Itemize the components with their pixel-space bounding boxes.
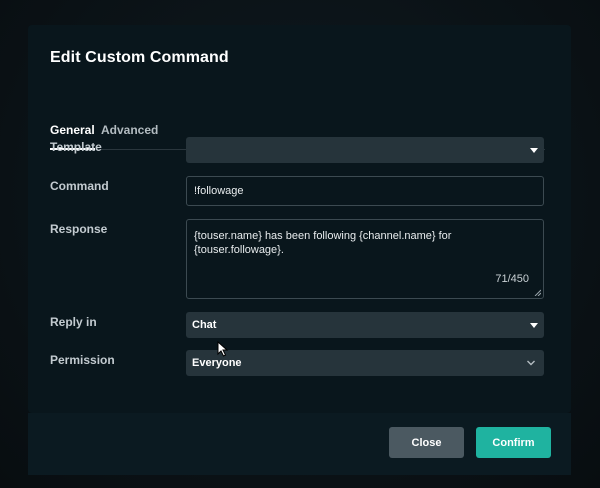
command-input[interactable]: !followage: [186, 176, 544, 206]
dialog-footer: Close Confirm: [28, 413, 571, 475]
caret-down-icon: [530, 148, 538, 153]
permission-label: Permission: [50, 353, 115, 367]
template-label: Template: [50, 140, 102, 154]
close-button[interactable]: Close: [389, 427, 464, 458]
resize-grip-icon[interactable]: [534, 289, 541, 296]
permission-select[interactable]: Everyone: [186, 350, 544, 376]
reply-in-label: Reply in: [50, 315, 97, 329]
reply-in-select-value: Chat: [192, 319, 217, 331]
confirm-button[interactable]: Confirm: [476, 427, 551, 458]
chevron-down-icon: [527, 360, 535, 366]
mouse-pointer-icon: [217, 341, 229, 357]
template-select[interactable]: [186, 137, 544, 163]
caret-down-icon: [530, 323, 538, 328]
response-text: {touser.name} has been following {channe…: [194, 230, 452, 256]
reply-in-select[interactable]: Chat: [186, 312, 544, 338]
response-label: Response: [50, 222, 108, 236]
edit-command-dialog: Edit Custom Command General Advanced Tem…: [28, 25, 571, 413]
dialog-title: Edit Custom Command: [50, 49, 229, 66]
character-counter: 71/450: [495, 273, 529, 285]
command-label: Command: [50, 179, 109, 193]
response-textarea[interactable]: {touser.name} has been following {channe…: [186, 219, 544, 299]
tab-advanced[interactable]: Advanced: [101, 122, 158, 148]
